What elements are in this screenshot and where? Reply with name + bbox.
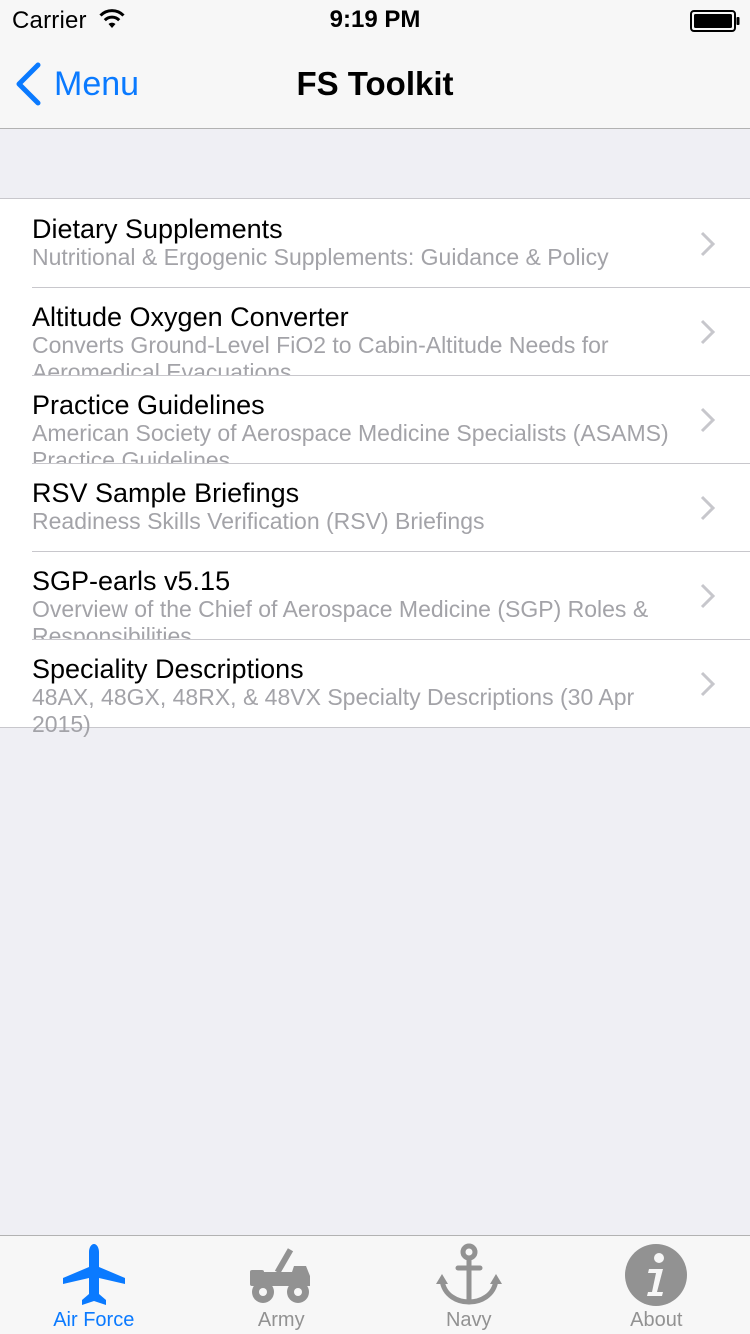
chevron-right-icon <box>700 671 716 697</box>
navigation-bar: Menu FS Toolkit <box>0 40 750 129</box>
status-time: 9:19 PM <box>329 6 421 33</box>
chevron-right-icon <box>700 495 716 521</box>
tab-label: About <box>630 1309 683 1331</box>
info-icon <box>625 1244 688 1306</box>
list-item-rsv-sample-briefings[interactable]: RSV Sample Briefings Readiness Skills Ve… <box>0 463 750 551</box>
tab-label: Navy <box>445 1309 492 1331</box>
tab-army[interactable]: Army <box>188 1236 376 1334</box>
tab-label: Air Force <box>53 1309 135 1331</box>
list-item-title: SGP-earls v5.15 <box>32 566 231 596</box>
list-item-subtitle: Nutritional & Ergogenic Supplements: Gui… <box>32 244 609 270</box>
list-item-sgp-earls[interactable]: SGP-earls v5.15 Overview of the Chief of… <box>0 551 750 649</box>
tab-about[interactable]: About <box>563 1236 750 1334</box>
tab-bar: Air Force Army Navy About <box>0 1235 750 1334</box>
chevron-right-icon <box>700 407 716 433</box>
tab-label: Army <box>257 1309 305 1331</box>
list-item-title: Practice Guidelines <box>32 390 265 420</box>
toolkit-list: Dietary Supplements Nutritional & Ergoge… <box>0 198 750 737</box>
chevron-right-icon <box>700 231 716 257</box>
list-item-dietary-supplements[interactable]: Dietary Supplements Nutritional & Ergoge… <box>0 199 750 287</box>
tab-navy[interactable]: Navy <box>375 1236 563 1334</box>
status-bar: Carrier 9:19 PM <box>0 0 750 40</box>
tab-air-force[interactable]: Air Force <box>0 1236 188 1334</box>
chevron-right-icon <box>700 319 716 345</box>
list-item-speciality-descriptions[interactable]: Speciality Descriptions 48AX, 48GX, 48RX… <box>0 639 750 737</box>
page-title: FS Toolkit <box>296 65 454 102</box>
list-item-title: Speciality Descriptions <box>32 654 304 684</box>
battery-icon <box>690 10 740 32</box>
list-item-title: RSV Sample Briefings <box>32 478 300 508</box>
jeep-icon <box>250 1248 311 1303</box>
list-item-subtitle: 48AX, 48GX, 48RX, & 48VX Specialty Descr… <box>32 684 635 737</box>
list-item-title: Dietary Supplements <box>32 214 283 244</box>
chevron-right-icon <box>700 583 716 609</box>
airplane-icon <box>62 1244 125 1305</box>
list-item-title: Altitude Oxygen Converter <box>32 302 349 332</box>
list-item-altitude-oxygen-converter[interactable]: Altitude Oxygen Converter Converts Groun… <box>0 287 750 385</box>
list-item-subtitle: Readiness Skills Verification (RSV) Brie… <box>32 508 485 534</box>
anchor-icon <box>435 1243 502 1305</box>
list-item-practice-guidelines[interactable]: Practice Guidelines American Society of … <box>0 375 750 473</box>
